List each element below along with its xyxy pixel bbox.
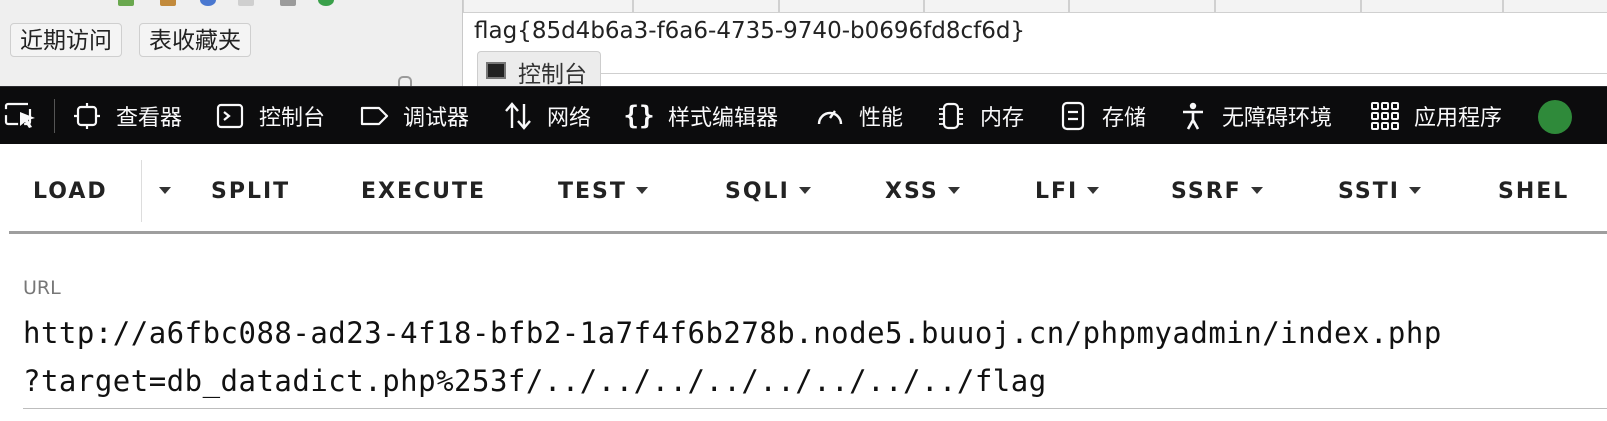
xss-menu[interactable]: XSS <box>885 172 960 212</box>
tab-label: 样式编辑器 <box>668 106 779 131</box>
tab-memory[interactable]: 内存 <box>936 87 1024 145</box>
menu-label: SSTI <box>1338 179 1400 204</box>
table-header-cell <box>463 0 633 13</box>
chevron-down-icon <box>159 186 171 194</box>
load-button[interactable]: LOAD <box>33 172 108 212</box>
table-header-cell <box>1361 0 1503 13</box>
chevron-down-icon <box>1087 186 1100 194</box>
tab-storage[interactable]: 存储 <box>1058 87 1146 145</box>
table-header-cell <box>779 0 924 13</box>
sqli-menu[interactable]: SQLI <box>725 172 811 212</box>
table-header-cell <box>1069 0 1215 13</box>
tab-label: 无障碍环境 <box>1222 106 1333 131</box>
tab-style-editor[interactable]: {} 样式编辑器 <box>623 87 779 145</box>
devtools-toolbar: 查看器 控制台 调试器 网络 {} 样式编辑器 性能 内存 存储 无障碍环境 应… <box>0 86 1607 144</box>
flag-output-text: flag{85d4b6a3-f6a6-4735-9740-b0696fd8cf6… <box>474 18 1026 44</box>
tab-label: 应用程序 <box>1414 106 1503 131</box>
tab-label: 性能 <box>859 106 904 131</box>
tab-performance[interactable]: 性能 <box>815 87 903 145</box>
docs-icon[interactable] <box>238 0 254 6</box>
load-divider <box>141 160 142 222</box>
performance-icon <box>815 101 845 131</box>
exit-icon[interactable] <box>160 0 176 6</box>
pma-navigation-panel: 近期访问 表收藏夹 <box>0 0 463 86</box>
tab-accessibility[interactable]: 无障碍环境 <box>1178 87 1332 145</box>
console-tab-label: 控制台 <box>518 62 587 86</box>
chevron-down-icon <box>947 186 960 194</box>
url-label: URL <box>23 277 61 299</box>
tab-debugger[interactable]: 调试器 <box>359 87 469 145</box>
menu-label: LFI <box>1035 179 1079 204</box>
tab-label: 存储 <box>1102 106 1147 131</box>
settings-icon[interactable] <box>280 0 296 6</box>
resize-handle-icon[interactable] <box>398 76 412 86</box>
table-header-cell <box>633 0 779 13</box>
chevron-down-icon <box>1250 186 1263 194</box>
tab-label: 查看器 <box>116 106 183 131</box>
home-icon[interactable] <box>118 0 134 6</box>
split-button[interactable]: SPLIT <box>211 172 290 212</box>
chevron-down-icon <box>798 186 811 194</box>
hackbar-panel: LOAD SPLIT EXECUTE TEST SQLI XSS LFI SSR… <box>0 144 1607 421</box>
application-icon <box>1370 101 1400 131</box>
tab-label: 控制台 <box>259 106 326 131</box>
console-icon <box>215 101 245 131</box>
inspector-icon <box>72 101 102 131</box>
tab-recent[interactable]: 近期访问 <box>10 23 122 57</box>
shell-menu[interactable]: SHEL <box>1498 172 1569 212</box>
test-menu[interactable]: TEST <box>558 172 648 212</box>
tab-application[interactable]: 应用程序 <box>1370 87 1502 145</box>
reload-icon[interactable] <box>318 0 334 6</box>
menu-label: SSRF <box>1171 179 1242 204</box>
chevron-down-icon <box>635 186 648 194</box>
network-icon <box>503 101 533 131</box>
menu-label: SQLI <box>725 179 790 204</box>
storage-icon <box>1058 101 1088 131</box>
lfi-menu[interactable]: LFI <box>1035 172 1100 212</box>
tab-console[interactable]: 控制台 <box>215 87 325 145</box>
hackbar-divider <box>9 231 1607 234</box>
chevron-down-icon <box>1408 186 1421 194</box>
accessibility-icon <box>1178 101 1208 131</box>
table-header-cell <box>1215 0 1361 13</box>
console-icon <box>486 62 506 79</box>
ssti-menu[interactable]: SSTI <box>1338 172 1421 212</box>
element-picker-icon[interactable] <box>4 101 40 131</box>
execute-button[interactable]: EXECUTE <box>361 172 486 212</box>
help-icon[interactable] <box>200 0 216 6</box>
pma-console-tab[interactable]: 控制台 <box>477 51 601 86</box>
style-editor-icon: {} <box>623 101 655 131</box>
url-input-underline <box>23 408 1607 409</box>
tab-favorites[interactable]: 表收藏夹 <box>139 23 251 57</box>
table-header-cell <box>924 0 1069 13</box>
menu-label: XSS <box>885 179 939 204</box>
tab-label: 网络 <box>547 106 592 131</box>
menu-label: TEST <box>558 179 627 204</box>
tab-label: 调试器 <box>403 106 470 131</box>
table-header-cell <box>1503 0 1607 13</box>
memory-icon <box>936 101 966 131</box>
debugger-icon <box>359 101 389 131</box>
url-input-line[interactable]: http://a6fbc088-ad23-4f18-bfb2-1a7f4f6b2… <box>23 316 1442 350</box>
toolbar-separator <box>54 99 55 133</box>
hackbar-extension-icon[interactable] <box>1538 100 1572 134</box>
tab-inspector[interactable]: 查看器 <box>72 87 182 145</box>
tab-label: 内存 <box>980 106 1025 131</box>
url-input-line[interactable]: ?target=db_datadict.php%253f/../../../..… <box>23 364 1047 398</box>
ssrf-menu[interactable]: SSRF <box>1171 172 1263 212</box>
pma-content: flag{85d4b6a3-f6a6-4735-9740-b0696fd8cf6… <box>463 0 1607 86</box>
tab-network[interactable]: 网络 <box>503 87 591 145</box>
console-divider <box>601 73 1607 74</box>
load-dropdown[interactable] <box>150 172 171 212</box>
